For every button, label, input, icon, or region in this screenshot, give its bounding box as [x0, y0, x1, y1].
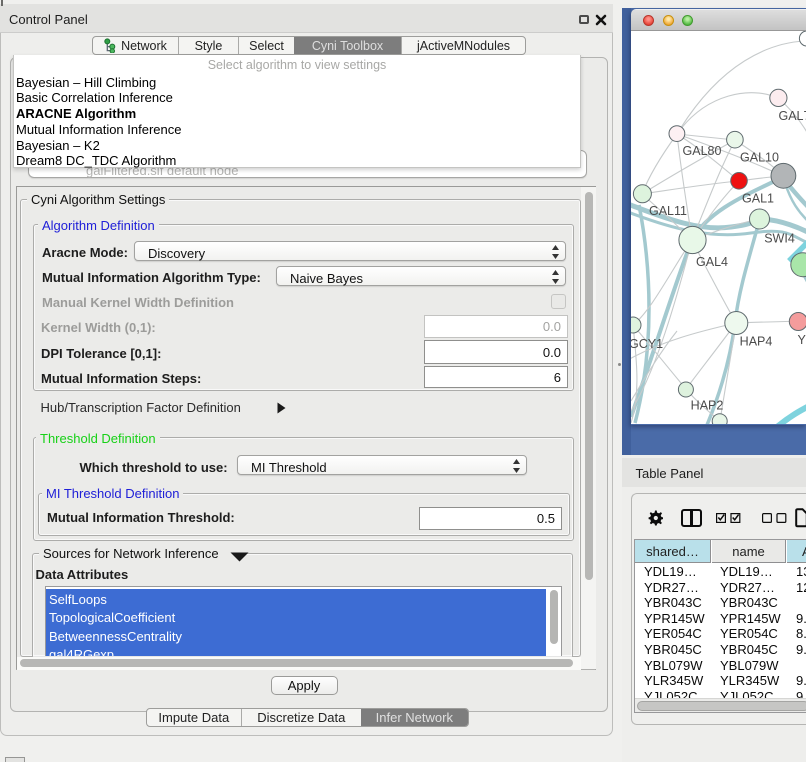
svg-text:Y: Y	[798, 333, 806, 347]
svg-text:SWI4: SWI4	[764, 232, 795, 246]
svg-text:GAL4: GAL4	[696, 255, 728, 269]
svg-text:GAL7: GAL7	[779, 109, 806, 123]
svg-text:GCY1: GCY1	[631, 337, 663, 351]
svg-text:GAL1: GAL1	[742, 192, 774, 206]
svg-text:GAL10: GAL10	[740, 151, 779, 165]
svg-text:HAP2: HAP2	[691, 399, 724, 413]
svg-text:HAP4: HAP4	[740, 335, 773, 349]
svg-text:GAL80: GAL80	[683, 144, 722, 158]
svg-text:GAL11: GAL11	[649, 204, 687, 218]
